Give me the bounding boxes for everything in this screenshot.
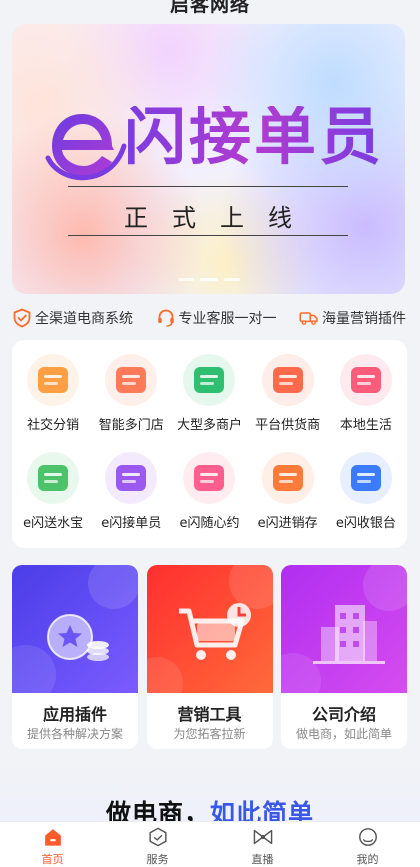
tab-label: 服务 [146,853,169,866]
tab-label: 直播 [251,853,274,866]
social-distribution-icon [27,354,80,406]
service-grid: 社交分销 智能多门店 大型多商户 平台供货商 本地生活 e闪送水宝 e闪接单员 e闪随心约 e… [12,340,407,548]
banner-divider-bottom [68,235,348,236]
grid-item-label: 社交分销 [27,418,80,433]
promo-banner[interactable]: 闪接单员 正式上线 [12,24,405,294]
icon-glyph [350,465,381,491]
shield-check-icon [13,308,31,328]
page-title: 启客网络 [169,0,250,16]
water-delivery-icon [27,452,80,504]
feature-item: 专业客服一对一 [156,308,277,328]
banner-title: 闪接单员 [124,100,385,173]
grid-item[interactable]: e闪随心约 [170,452,248,546]
grid-item[interactable]: 智能多门店 [92,354,170,448]
multi-merchant-icon [183,354,236,406]
delivery-truck-icon [299,312,318,325]
grid-item-label: e闪进销存 [257,516,318,531]
grid-item[interactable]: 本地生活 [327,354,405,448]
feature-label: 海量营销插件 [322,311,406,327]
icon-glyph [38,367,69,393]
carousel-dot[interactable] [223,278,240,281]
grid-item-label: e闪收银台 [335,516,396,531]
icon-glyph [350,367,381,393]
carousel-dot[interactable] [199,278,218,281]
grid-item[interactable]: e闪接单员 [92,452,170,546]
tab-label: 我的 [356,853,379,866]
grid-item-label: e闪接单员 [101,516,162,531]
tab-profile[interactable]: 我的 [328,822,408,867]
feature-strip: 全渠道电商系统 专业客服一对一 海量营销插件 [0,304,420,332]
tile-plugins[interactable]: 应用插件 提供各种解决方案 [12,565,138,749]
grid-item[interactable]: 平台供货商 [249,354,327,448]
grid-item[interactable]: e闪进销存 [249,452,327,546]
app-header: 启客网络 [0,0,420,26]
icon-glyph [116,465,147,491]
grid-row: 社交分销 智能多门店 大型多商户 平台供货商 本地生活 [12,354,407,448]
tile-company[interactable]: 公司介绍 做电商，如此简单 [281,565,407,749]
feature-label: 全渠道电商系统 [35,311,133,327]
appointment-icon [183,452,236,504]
icon-glyph [194,465,225,491]
tile-title: 营销工具 [177,705,242,724]
coin-plugin-icon [12,565,138,693]
tab-label: 首页 [41,853,64,866]
tile-title: 应用插件 [42,705,107,724]
local-life-icon [339,354,392,406]
grid-item-label: 平台供货商 [255,418,321,433]
cashier-icon [339,452,392,504]
grid-item[interactable]: e闪收银台 [327,452,405,546]
multi-store-icon [105,354,158,406]
tile-title: 公司介绍 [311,705,376,724]
shopping-cart-icon [146,565,273,693]
home-icon [44,829,61,846]
grid-item-label: 智能多门店 [98,418,164,433]
icon-glyph [272,465,303,491]
grid-item-label: e闪随心约 [179,516,240,531]
tile-subtitle: 提供各种解决方案 [26,727,123,741]
tab-home[interactable]: 首页 [13,822,93,867]
grid-item[interactable]: 大型多商户 [170,354,248,448]
feature-item: 海量营销插件 [299,308,406,328]
office-building-icon [281,565,407,693]
service-icon [148,827,167,847]
bottom-tab-bar: 首页 服务 直播 我的 [0,821,420,867]
icon-glyph [194,367,225,393]
live-bowtie-icon [253,829,272,845]
carousel-dots[interactable] [12,278,405,282]
feature-item: 全渠道电商系统 [12,308,133,328]
grid-item-label: 大型多商户 [176,418,242,433]
tile-marketing[interactable]: 营销工具 为您拓客拉新 [146,565,273,749]
supply-platform-icon [261,354,314,406]
icon-glyph [38,465,69,491]
carousel-dot[interactable] [177,278,194,281]
icon-glyph [272,367,303,393]
banner-subtitle: 正式上线 [124,204,316,232]
banner-divider-top [68,186,348,187]
tab-live[interactable]: 直播 [223,822,303,867]
e-logo-icon [45,114,127,181]
tile-subtitle: 做电商，如此简单 [295,727,392,741]
icon-glyph [116,367,147,393]
courier-icon [105,452,158,504]
feature-tiles: 应用插件 提供各种解决方案 营销工具 为您拓客拉新 公司介绍 做电商，如此简单 [12,565,407,749]
grid-item-label: 本地生活 [339,418,392,433]
grid-item[interactable]: e闪送水宝 [14,452,92,546]
feature-label: 专业客服一对一 [178,311,277,327]
grid-item[interactable]: 社交分销 [14,354,92,448]
tile-subtitle: 为您拓客拉新 [173,727,246,741]
grid-item-label: e闪送水宝 [23,516,84,531]
inventory-icon [261,452,314,504]
grid-row: e闪送水宝 e闪接单员 e闪随心约 e闪进销存 e闪收银台 [12,452,407,546]
headset-icon [157,309,174,327]
profile-icon [358,828,377,846]
tab-service[interactable]: 服务 [118,822,198,867]
